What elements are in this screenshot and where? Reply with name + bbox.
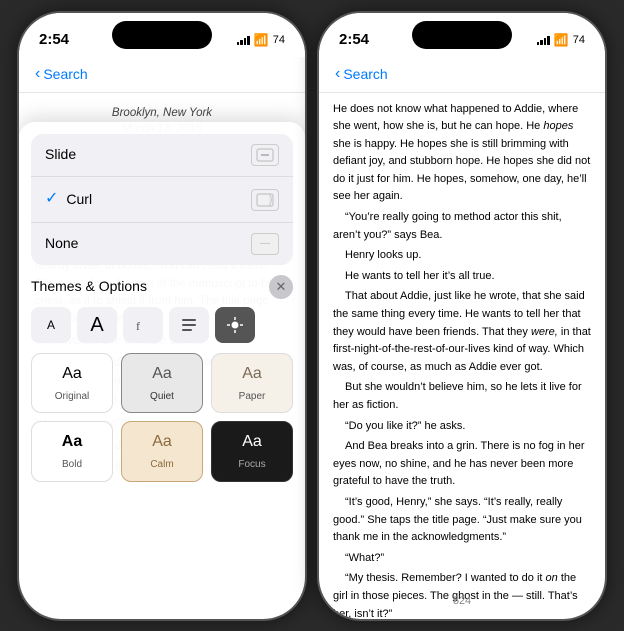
overlay-panel: Slide ✓ Curl (19, 122, 305, 493)
reading-para-9: “It’s good, Henry,” she says. “It’s real… (333, 494, 591, 547)
svg-text:f: f (136, 319, 140, 333)
none-icon: — (251, 233, 279, 255)
theme-bold[interactable]: Aa Bold (31, 421, 113, 481)
font-large-button[interactable]: A (77, 307, 117, 343)
theme-original-name: Original (55, 389, 89, 405)
signal-icon-right (537, 34, 550, 45)
slide-icon (251, 144, 279, 166)
battery-right: 74 (573, 34, 585, 46)
transition-none-label: None (45, 233, 251, 255)
font-controls: A A f (31, 307, 293, 343)
back-label-right: Search (343, 66, 387, 82)
time-right: 2:54 (339, 31, 369, 48)
back-label-left: Search (43, 66, 87, 82)
theme-focus-aa: Aa (242, 430, 262, 455)
reading-para-5: That about Addie, just like he wrote, th… (333, 288, 591, 376)
back-button-left[interactable]: ‹ Search (35, 65, 88, 83)
left-phone: 2:54 📶 74 ‹ Search (17, 11, 307, 621)
phones-container: 2:54 📶 74 ‹ Search (0, 0, 624, 631)
theme-quiet[interactable]: Aa Quiet (121, 353, 203, 413)
font-layout-button[interactable] (169, 307, 209, 343)
reading-para-3: Henry looks up. (333, 247, 591, 265)
time-left: 2:54 (39, 31, 69, 48)
wifi-icon-left: 📶 (254, 33, 269, 47)
transition-menu: Slide ✓ Curl (31, 134, 293, 265)
theme-paper-aa: Aa (242, 362, 262, 387)
curl-icon (251, 189, 279, 211)
signal-icon-left (237, 34, 250, 45)
font-type-button[interactable]: f (123, 307, 163, 343)
theme-focus-name: Focus (238, 457, 265, 473)
status-icons-right: 📶 74 (537, 33, 585, 47)
theme-original-aa: Aa (62, 362, 82, 387)
theme-quiet-name: Quiet (150, 389, 174, 405)
theme-calm[interactable]: Aa Calm (121, 421, 203, 481)
reading-para-4: He wants to tell her it’s all true. (333, 268, 591, 286)
transition-slide-label: Slide (45, 144, 251, 166)
wifi-icon-right: 📶 (554, 33, 569, 47)
close-button[interactable]: ✕ (269, 275, 293, 299)
theme-focus[interactable]: Aa Focus (211, 421, 293, 481)
reading-para-10: “What?” (333, 550, 591, 568)
back-button-right[interactable]: ‹ Search (335, 65, 388, 83)
back-chevron-right: ‹ (335, 65, 340, 83)
brightness-button[interactable] (215, 307, 255, 343)
reading-para-8: And Bea breaks into a grin. There is no … (333, 438, 591, 491)
theme-paper-name: Paper (239, 389, 266, 405)
curl-checkmark: ✓ (45, 187, 58, 212)
reading-content: He does not know what happened to Addie,… (319, 93, 605, 621)
theme-quiet-aa: Aa (152, 362, 172, 387)
reading-para-1: He does not know what happened to Addie,… (333, 101, 591, 207)
reading-para-7: “Do you like it?” he asks. (333, 418, 591, 436)
font-small-button[interactable]: A (31, 307, 71, 343)
theme-grid: Aa Original Aa Quiet Aa Paper (31, 353, 293, 482)
theme-calm-name: Calm (150, 457, 173, 473)
page-number: 524 (453, 595, 471, 607)
right-phone: 2:54 📶 74 ‹ Search (317, 11, 607, 621)
back-chevron-left: ‹ (35, 65, 40, 83)
status-icons-left: 📶 74 (237, 33, 285, 47)
nav-bar-left: ‹ Search (19, 57, 305, 93)
theme-paper[interactable]: Aa Paper (211, 353, 293, 413)
transition-curl[interactable]: ✓ Curl (31, 177, 293, 223)
themes-title: Themes & Options (31, 276, 147, 298)
theme-calm-aa: Aa (152, 430, 172, 455)
reading-para-6: But she wouldn’t believe him, so he lets… (333, 379, 591, 414)
reading-para-2: “You’re really going to method actor thi… (333, 209, 591, 244)
themes-header: Themes & Options ✕ (31, 275, 293, 299)
transition-none[interactable]: None — (31, 223, 293, 265)
theme-original[interactable]: Aa Original (31, 353, 113, 413)
transition-slide[interactable]: Slide (31, 134, 293, 177)
nav-bar-right: ‹ Search (319, 57, 605, 93)
theme-bold-name: Bold (62, 457, 82, 473)
battery-left: 74 (273, 34, 285, 46)
book-content: Brooklyn, New YorkMarch 13, 2015 II “Hen… (19, 93, 305, 494)
theme-bold-aa: Aa (62, 430, 82, 455)
transition-curl-label: Curl (66, 189, 251, 211)
dynamic-island-left (112, 21, 212, 49)
dynamic-island-right (412, 21, 512, 49)
